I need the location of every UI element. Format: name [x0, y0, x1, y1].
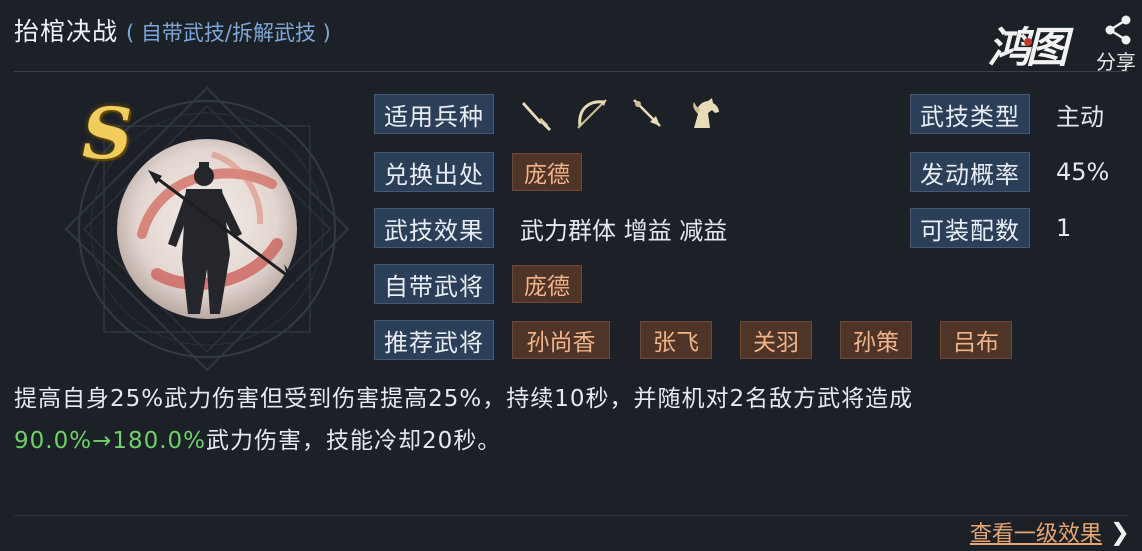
- slot-count-value: 1: [1056, 214, 1072, 242]
- header: 抬棺决战 ( 自带武技/拆解武技 ): [14, 12, 331, 52]
- source-label: 兑换出处: [374, 152, 494, 192]
- header-divider: [14, 71, 1128, 72]
- skill-type-label: 武技类型: [910, 94, 1030, 134]
- skill-title: 抬棺决战: [14, 17, 119, 46]
- skill-type-value: 主动: [1056, 102, 1104, 131]
- description-line-1: 提高自身25%武力伤害但受到伤害提高25%，持续10秒，并随机对2名敌方武将造成: [14, 386, 914, 412]
- skill-effect-value: 武力群体 增益 减益: [520, 216, 728, 245]
- recommend-general-tag[interactable]: 张飞: [640, 321, 712, 359]
- footer-divider: [14, 515, 1128, 516]
- grade-badge: S: [82, 92, 133, 175]
- share-icon[interactable]: [1102, 14, 1134, 46]
- trigger-rate-value: 45%: [1056, 158, 1110, 186]
- logo-seal-dot: [1024, 38, 1032, 46]
- skill-detail-panel: 抬棺决战 ( 自带武技/拆解武技 ) 鸿图 分享 S 适用兵种 武技类型 主动 …: [0, 0, 1142, 551]
- recommend-general-tag[interactable]: 孙尚香: [512, 321, 610, 359]
- trigger-rate-label: 发动概率: [910, 152, 1030, 192]
- chevron-right-icon[interactable]: ❯: [1110, 518, 1130, 546]
- recommend-general-tag[interactable]: 吕布: [940, 321, 1012, 359]
- source-tag[interactable]: 庞德: [512, 153, 582, 191]
- bow-icon: [577, 99, 607, 129]
- horse-icon: [693, 98, 719, 128]
- description-line-2-rest: 武力伤害，技能冷却20秒。: [206, 428, 502, 454]
- skill-description: 提高自身25%武力伤害但受到伤害提高25%，持续10秒，并随机对2名敌方武将造成…: [14, 378, 1124, 462]
- brand-logo: 鸿图: [988, 14, 1098, 72]
- recommend-general-tag[interactable]: 孙策: [840, 321, 912, 359]
- recommend-general-label: 推荐武将: [374, 320, 494, 360]
- own-general-label: 自带武将: [374, 264, 494, 304]
- sword-icon: [522, 102, 552, 132]
- own-general-tag[interactable]: 庞德: [512, 265, 582, 303]
- damage-range-highlight: 90.0%→180.0%: [14, 428, 207, 454]
- recommend-general-tag[interactable]: 关羽: [740, 321, 812, 359]
- description-line-2: 90.0%→180.0%武力伤害，技能冷却20秒。: [14, 420, 1124, 462]
- slot-count-label: 可装配数: [910, 208, 1030, 248]
- view-level-one-effect-link[interactable]: 查看一级效果 ❯: [970, 514, 1130, 550]
- view-level-one-effect-label[interactable]: 查看一级效果: [970, 516, 1102, 548]
- troop-type-label: 适用兵种: [374, 94, 494, 134]
- troop-type-icons: [518, 94, 722, 134]
- spear-icon: [633, 99, 661, 127]
- skill-effect-label: 武技效果: [374, 208, 494, 248]
- skill-subtitle: ( 自带武技/拆解武技 ): [126, 21, 331, 45]
